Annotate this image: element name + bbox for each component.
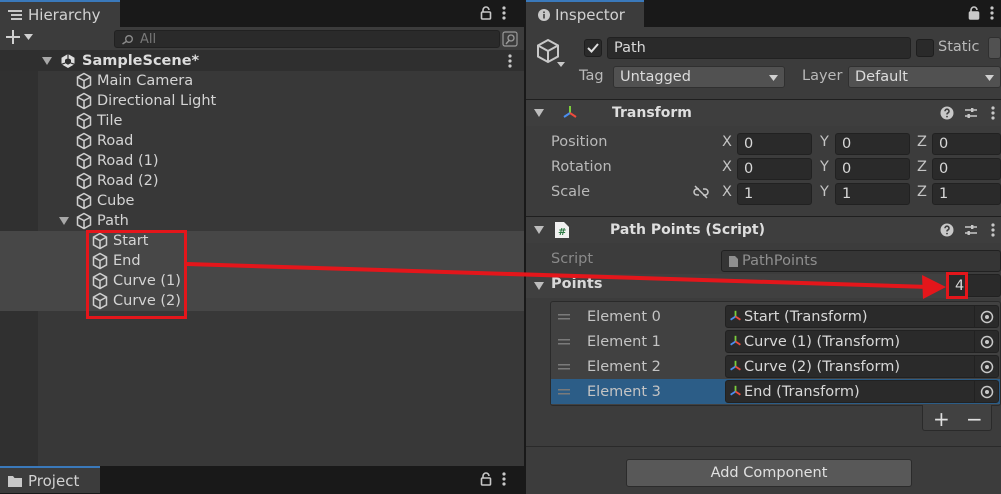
arrow-head <box>922 275 946 299</box>
annotation-arrow <box>186 262 946 299</box>
arrow-line <box>186 262 931 289</box>
